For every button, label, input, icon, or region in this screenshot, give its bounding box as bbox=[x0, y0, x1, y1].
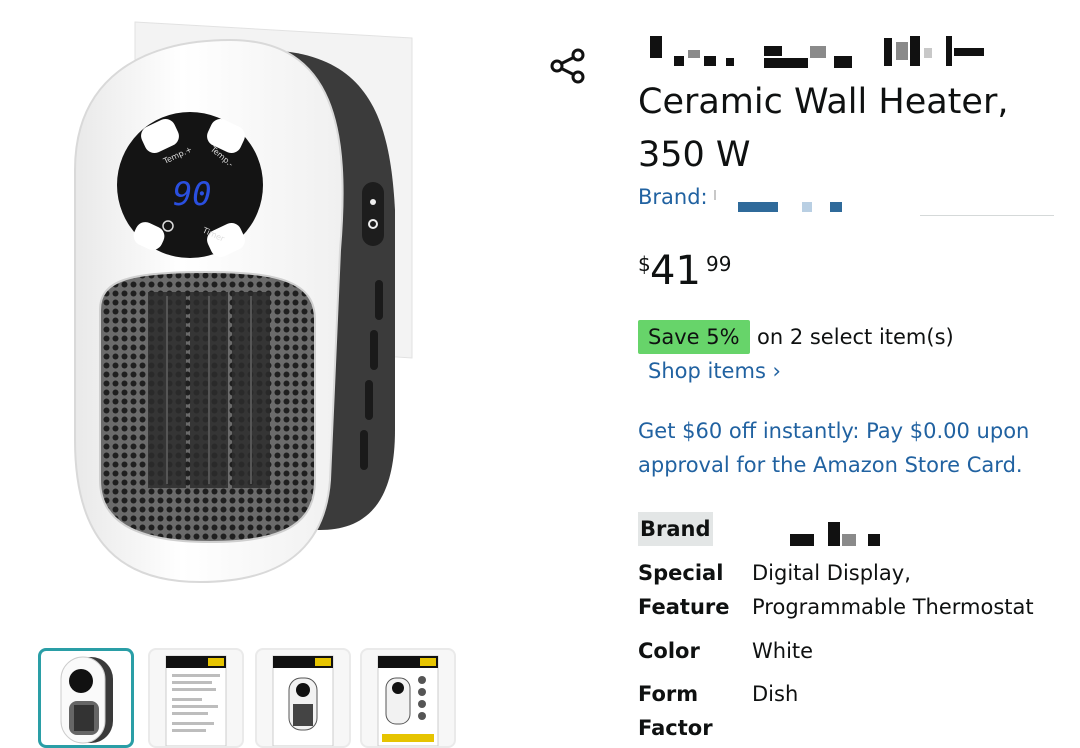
price-whole: 41 bbox=[650, 248, 701, 294]
spec-label: Brand bbox=[638, 512, 713, 546]
spec-row-brand: Brand bbox=[638, 512, 1058, 546]
promo-text: on 2 select item(s) bbox=[757, 325, 954, 349]
product-main-image[interactable]: Temp.+ Temp.- Timer 90 bbox=[30, 10, 450, 610]
display-reading: 90 bbox=[173, 175, 212, 213]
price-currency: $ bbox=[638, 252, 651, 276]
spec-label: Special Feature bbox=[638, 561, 730, 619]
thumbnail-3[interactable] bbox=[255, 648, 351, 748]
divider bbox=[920, 215, 1054, 216]
spec-label: Form Factor bbox=[638, 682, 713, 740]
thumbnail-2[interactable] bbox=[148, 648, 244, 748]
spec-value: Dish bbox=[752, 682, 799, 706]
thumbnail-4[interactable] bbox=[360, 648, 456, 748]
product-title: Ceramic Wall Heater, 350 W bbox=[638, 82, 1009, 175]
shop-items-link[interactable]: Shop items › bbox=[648, 356, 781, 386]
brand-store-link[interactable]: Brand: bbox=[638, 185, 708, 209]
store-card-offer-link[interactable]: Get $60 off instantly: Pay $0.00 upon ap… bbox=[638, 414, 1058, 482]
price-fraction: 99 bbox=[706, 252, 732, 276]
save-badge: Save 5% bbox=[638, 320, 750, 354]
redacted-store-name bbox=[648, 34, 988, 74]
spec-value: Digital Display, Programmable Thermostat bbox=[752, 561, 1034, 619]
brand-prefix: Brand: bbox=[638, 185, 708, 209]
share-icon[interactable] bbox=[548, 46, 588, 86]
thumbnail-1[interactable] bbox=[38, 648, 134, 748]
redacted-brand-name bbox=[714, 190, 874, 220]
spec-label: Color bbox=[638, 639, 700, 663]
spec-value: White bbox=[752, 639, 814, 663]
